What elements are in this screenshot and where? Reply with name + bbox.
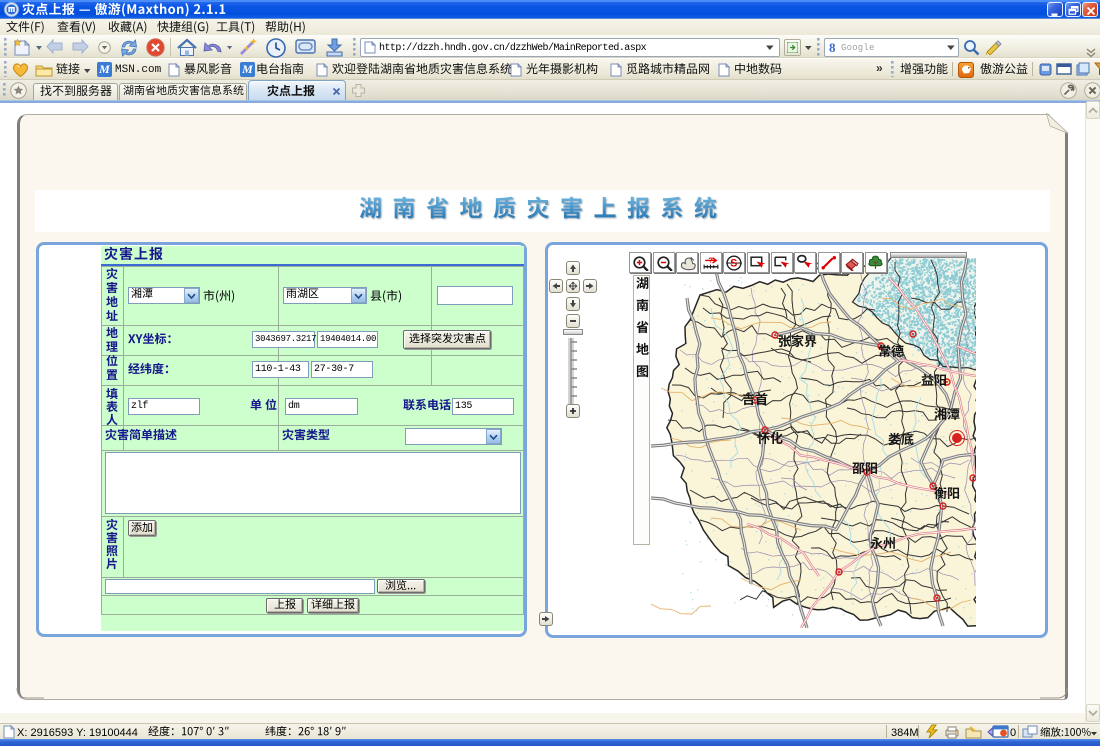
svg-text:S: S	[731, 258, 738, 270]
svg-text:?: ?	[708, 256, 713, 265]
